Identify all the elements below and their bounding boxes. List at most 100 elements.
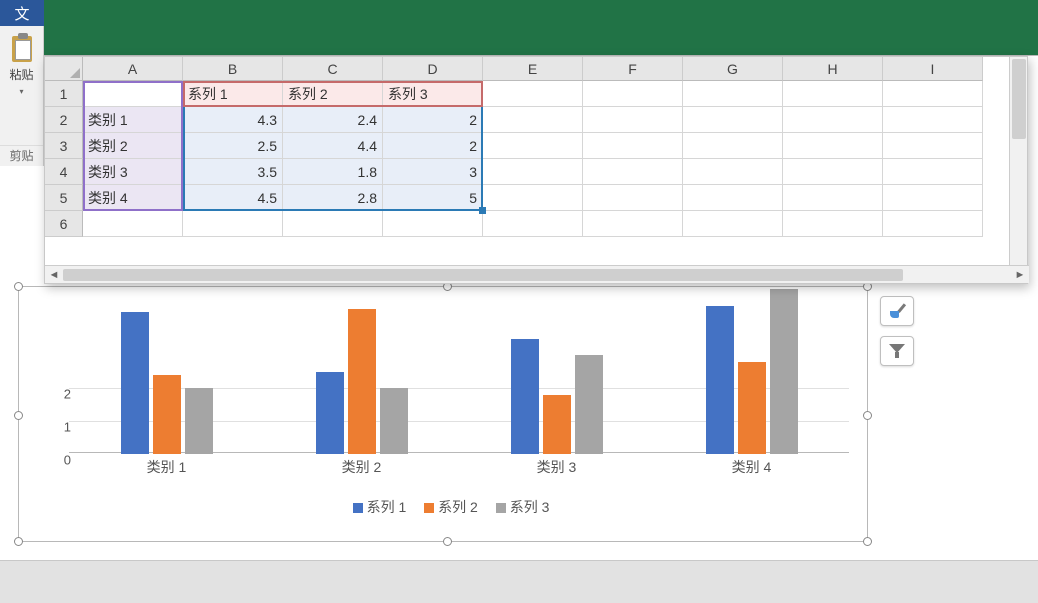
row-header-6[interactable]: 6 (45, 211, 83, 237)
cell-I4[interactable] (883, 159, 983, 185)
cell-H5[interactable] (783, 185, 883, 211)
row-header-3[interactable]: 3 (45, 133, 83, 159)
cell-F1[interactable] (583, 81, 683, 107)
cell-F5[interactable] (583, 185, 683, 211)
bar[interactable] (770, 289, 798, 454)
cell-I3[interactable] (883, 133, 983, 159)
bar[interactable] (348, 309, 376, 454)
cell-C6[interactable] (283, 211, 383, 237)
row-header-4[interactable]: 4 (45, 159, 83, 185)
cell-B6[interactable] (183, 211, 283, 237)
cell-B2[interactable]: 4.3 (183, 107, 283, 133)
vertical-scrollbar[interactable] (1009, 57, 1027, 267)
resize-handle-w[interactable] (14, 411, 23, 420)
bar[interactable] (706, 306, 734, 455)
column-header-C[interactable]: C (283, 57, 383, 81)
cell-I6[interactable] (883, 211, 983, 237)
cell-grid[interactable]: 系列 1系列 2系列 3类别 14.32.42类别 22.54.42类别 33.… (83, 81, 983, 237)
cell-B3[interactable]: 2.5 (183, 133, 283, 159)
cell-E2[interactable] (483, 107, 583, 133)
column-header-D[interactable]: D (383, 57, 483, 81)
cell-F2[interactable] (583, 107, 683, 133)
cell-A6[interactable] (83, 211, 183, 237)
horizontal-scrollbar[interactable]: ◄ ► (45, 265, 1029, 283)
bar[interactable] (185, 388, 213, 454)
bar[interactable] (511, 339, 539, 455)
cell-D4[interactable]: 3 (383, 159, 483, 185)
cell-C3[interactable]: 4.4 (283, 133, 383, 159)
chart-data-sheet[interactable]: ABCDEFGHI 123456 系列 1系列 2系列 3类别 14.32.42… (44, 56, 1028, 284)
scroll-left-icon[interactable]: ◄ (45, 266, 63, 284)
cell-G1[interactable] (683, 81, 783, 107)
cell-C5[interactable]: 2.8 (283, 185, 383, 211)
resize-handle-se[interactable] (863, 537, 872, 546)
bar[interactable] (738, 362, 766, 454)
resize-handle-nw[interactable] (14, 282, 23, 291)
vertical-scroll-thumb[interactable] (1012, 59, 1026, 139)
plot-area[interactable] (69, 289, 849, 454)
cell-C2[interactable]: 2.4 (283, 107, 383, 133)
file-tab[interactable]: 文 (0, 0, 44, 26)
bar[interactable] (380, 388, 408, 454)
column-header-I[interactable]: I (883, 57, 983, 81)
cell-H2[interactable] (783, 107, 883, 133)
cell-A2[interactable]: 类别 1 (83, 107, 183, 133)
cell-G4[interactable] (683, 159, 783, 185)
paste-icon[interactable] (9, 32, 35, 64)
cell-G2[interactable] (683, 107, 783, 133)
column-header-A[interactable]: A (83, 57, 183, 81)
cell-B1[interactable]: 系列 1 (183, 81, 283, 107)
cell-A3[interactable]: 类别 2 (83, 133, 183, 159)
bar[interactable] (121, 312, 149, 454)
cell-E6[interactable] (483, 211, 583, 237)
cell-C1[interactable]: 系列 2 (283, 81, 383, 107)
scroll-right-icon[interactable]: ► (1011, 266, 1029, 284)
cell-A1[interactable] (83, 81, 183, 107)
chart-object[interactable]: 012 类别 1类别 2类别 3类别 4 系列 1 系列 2 系列 3 (18, 286, 868, 542)
bar[interactable] (543, 395, 571, 454)
column-header-E[interactable]: E (483, 57, 583, 81)
cell-H1[interactable] (783, 81, 883, 107)
column-header-G[interactable]: G (683, 57, 783, 81)
resize-handle-e[interactable] (863, 411, 872, 420)
cell-E3[interactable] (483, 133, 583, 159)
cell-I2[interactable] (883, 107, 983, 133)
bar[interactable] (575, 355, 603, 454)
row-header-1[interactable]: 1 (45, 81, 83, 107)
paste-label[interactable]: 粘贴 (0, 66, 43, 83)
column-header-B[interactable]: B (183, 57, 283, 81)
cell-A4[interactable]: 类别 3 (83, 159, 183, 185)
chart-styles-button[interactable] (880, 296, 914, 326)
cell-G5[interactable] (683, 185, 783, 211)
cell-C4[interactable]: 1.8 (283, 159, 383, 185)
cell-H6[interactable] (783, 211, 883, 237)
row-header-5[interactable]: 5 (45, 185, 83, 211)
cell-D2[interactable]: 2 (383, 107, 483, 133)
select-all-corner[interactable] (45, 57, 83, 81)
cell-D1[interactable]: 系列 3 (383, 81, 483, 107)
cell-F6[interactable] (583, 211, 683, 237)
resize-handle-s[interactable] (443, 537, 452, 546)
cell-E5[interactable] (483, 185, 583, 211)
paste-dropdown-icon[interactable]: ▾ (19, 87, 23, 96)
cell-G6[interactable] (683, 211, 783, 237)
cell-I1[interactable] (883, 81, 983, 107)
resize-handle-sw[interactable] (14, 537, 23, 546)
chart-filter-button[interactable] (880, 336, 914, 366)
bar[interactable] (153, 375, 181, 454)
bar[interactable] (316, 372, 344, 455)
cell-E4[interactable] (483, 159, 583, 185)
cell-G3[interactable] (683, 133, 783, 159)
cell-D5[interactable]: 5 (383, 185, 483, 211)
range-drag-handle[interactable] (479, 207, 486, 214)
cell-E1[interactable] (483, 81, 583, 107)
horizontal-scroll-thumb[interactable] (63, 269, 903, 281)
horizontal-scroll-track[interactable] (63, 268, 1011, 282)
cell-D3[interactable]: 2 (383, 133, 483, 159)
cell-I5[interactable] (883, 185, 983, 211)
cell-F3[interactable] (583, 133, 683, 159)
cell-F4[interactable] (583, 159, 683, 185)
column-header-F[interactable]: F (583, 57, 683, 81)
cell-H3[interactable] (783, 133, 883, 159)
row-header-2[interactable]: 2 (45, 107, 83, 133)
